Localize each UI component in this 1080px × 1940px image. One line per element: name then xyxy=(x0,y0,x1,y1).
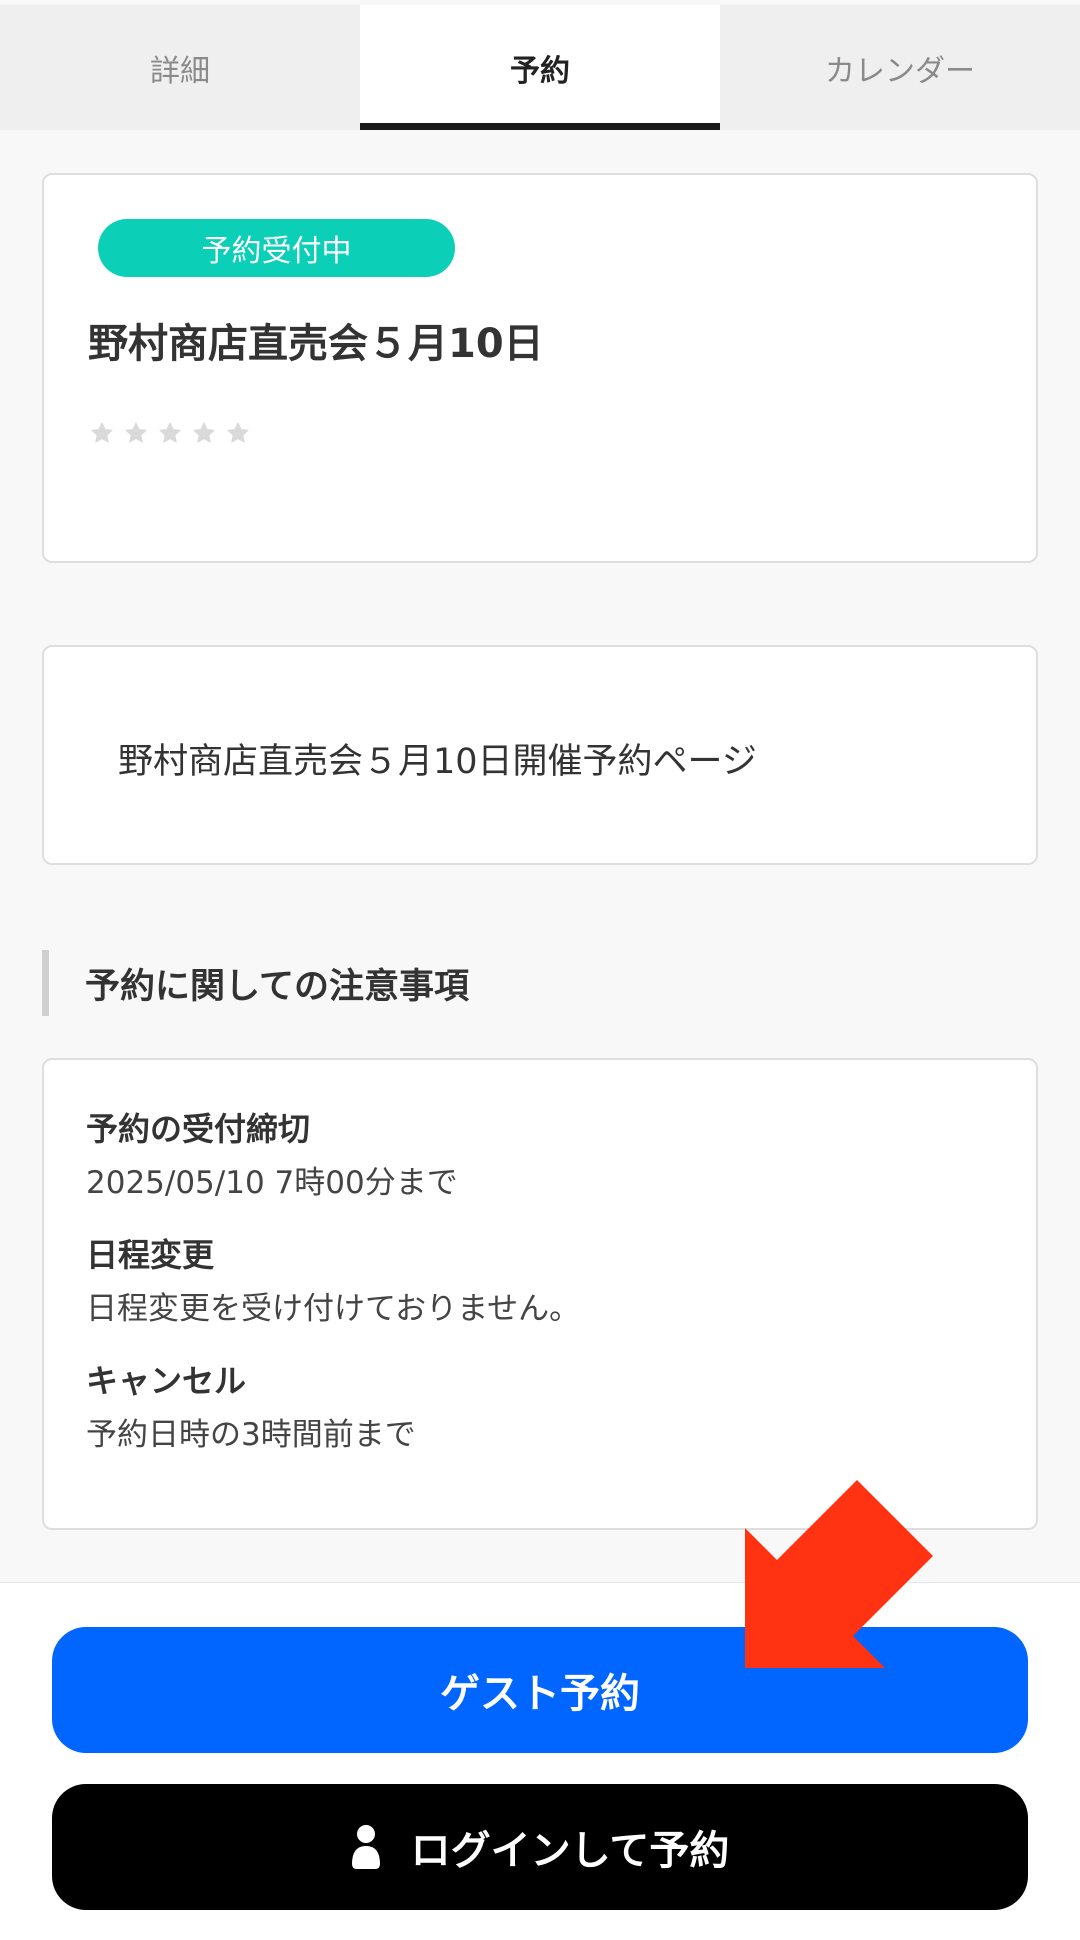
event-description: 野村商店直売会５月10日開催予約ページ xyxy=(118,742,757,782)
status-badge: 予約受付中 xyxy=(98,219,455,277)
star-icon xyxy=(90,421,114,444)
tab-calendar[interactable]: カレンダー xyxy=(720,5,1080,130)
note-title: キャンセル xyxy=(86,1362,247,1400)
star-icon xyxy=(192,421,216,444)
note-deadline: 予約の受付締切 2025/05/10 7時00分まで xyxy=(86,1108,1036,1206)
tab-details[interactable]: 詳細 xyxy=(0,5,360,130)
star-icon xyxy=(124,421,148,444)
note-cancel: キャンセル 予約日時の3時間前まで xyxy=(86,1360,1036,1458)
note-title: 予約の受付締切 xyxy=(86,1110,311,1148)
login-reserve-button[interactable]: ログインして予約 xyxy=(52,1784,1028,1910)
notes-card: 予約の受付締切 2025/05/10 7時00分まで 日程変更 日程変更を受け付… xyxy=(42,1058,1038,1530)
note-title: 日程変更 xyxy=(86,1236,215,1274)
event-title: 野村商店直売会５月10日 xyxy=(88,321,544,367)
star-icon xyxy=(226,421,250,444)
user-icon xyxy=(351,1825,380,1869)
bottom-action-bar: ゲスト予約 ログインして予約 xyxy=(0,1582,1080,1940)
login-reserve-label: ログインして予約 xyxy=(410,1828,730,1874)
tab-bar: 詳細 予約 カレンダー xyxy=(0,5,1080,130)
note-body: 日程変更を受け付けておりません。 xyxy=(86,1291,581,1327)
tab-reservation[interactable]: 予約 xyxy=(360,5,720,130)
event-description-card: 野村商店直売会５月10日開催予約ページ xyxy=(42,645,1038,865)
event-summary-card: 予約受付中 野村商店直売会５月10日 xyxy=(42,173,1038,563)
note-body: 2025/05/10 7時00分まで xyxy=(86,1165,458,1201)
notes-heading: 予約に関しての注意事項 xyxy=(42,950,469,1016)
guest-reserve-button[interactable]: ゲスト予約 xyxy=(52,1627,1028,1753)
star-icon xyxy=(158,421,182,444)
rating-stars xyxy=(88,419,252,447)
note-reschedule: 日程変更 日程変更を受け付けておりません。 xyxy=(86,1234,1036,1332)
guest-reserve-label: ゲスト予約 xyxy=(440,1671,640,1717)
note-body: 予約日時の3時間前まで xyxy=(86,1417,416,1453)
